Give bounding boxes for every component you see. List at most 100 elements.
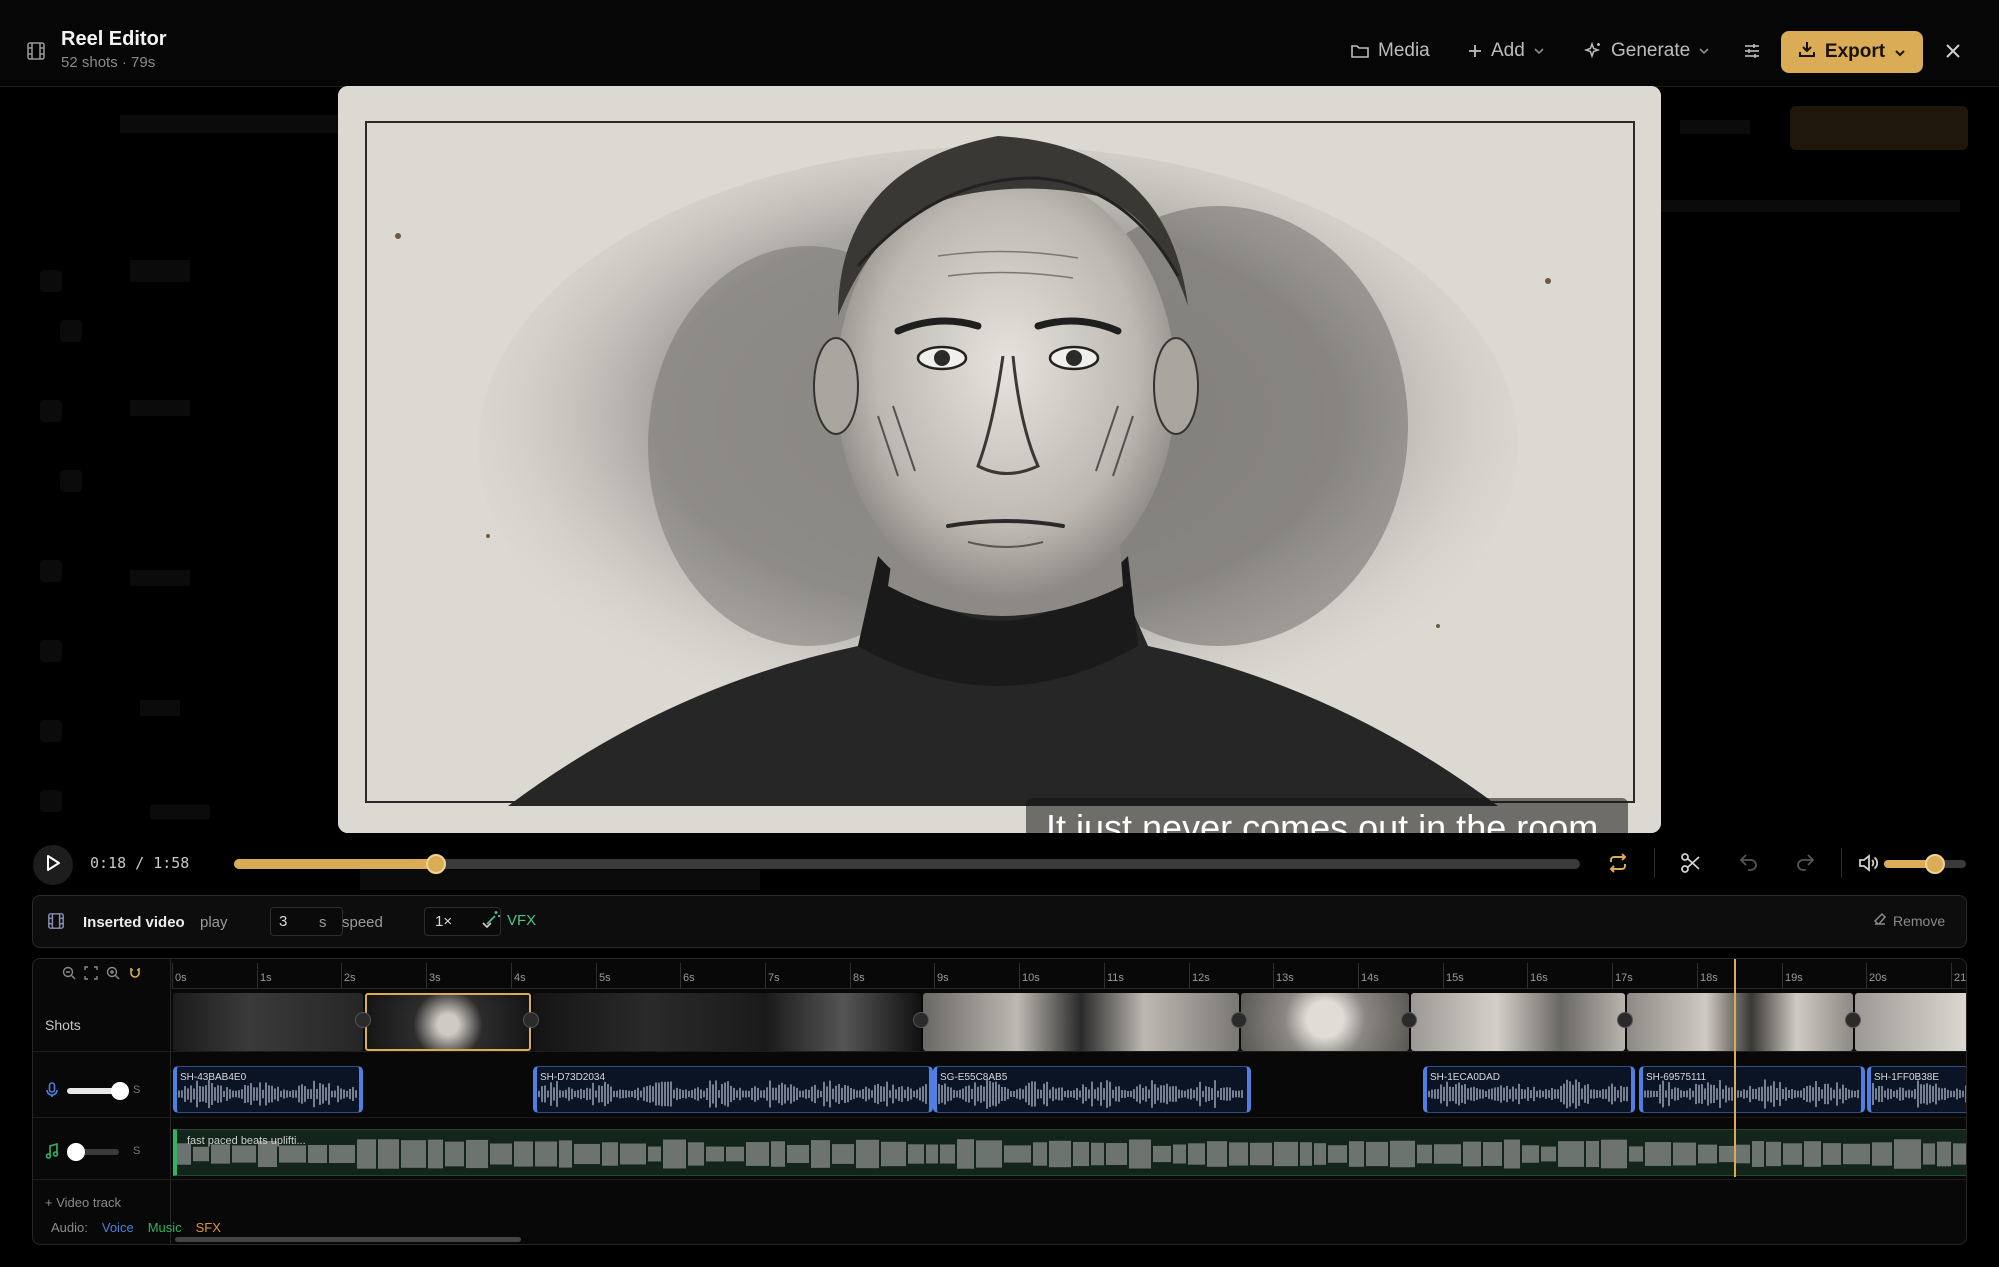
remove-button[interactable]: Remove [1873, 912, 1945, 929]
play-button[interactable] [33, 845, 73, 885]
download-icon [1798, 40, 1816, 64]
add-button[interactable]: Add [1467, 36, 1545, 66]
scissors-icon[interactable] [1679, 851, 1703, 875]
zoom-in-icon[interactable] [105, 965, 121, 986]
shot-clip[interactable] [1241, 993, 1409, 1051]
export-label: Export [1824, 41, 1886, 62]
shot-clip[interactable] [173, 993, 363, 1051]
music-solo-toggle[interactable]: S [133, 1145, 140, 1157]
folder-icon [1350, 42, 1370, 60]
audio-legend-label: Audio: [51, 1220, 88, 1235]
scrubber-handle[interactable] [425, 854, 446, 874]
loop-icon[interactable] [1606, 851, 1630, 875]
zoom-controls [61, 965, 143, 986]
voice-volume-handle[interactable] [111, 1082, 129, 1100]
shot-clip[interactable] [1855, 993, 1966, 1051]
shot-clip[interactable] [923, 993, 1239, 1051]
timeline-panel: Shots S S + Video track Audio: Voice Mus… [32, 958, 1967, 1245]
ruler-tick-label: 17s [1615, 972, 1633, 984]
inserted-video-panel: Inserted video play s speed 1× VFX Remov… [32, 895, 1967, 948]
ruler-tick-label: 12s [1192, 972, 1210, 984]
chevron-down-icon [1698, 47, 1710, 55]
track-header-column: Shots S S + Video track [33, 959, 171, 1244]
playhead[interactable] [1734, 959, 1736, 1177]
ruler-tick-label: 13s [1276, 972, 1294, 984]
shot-clip[interactable] [1627, 993, 1853, 1051]
voice-clip[interactable]: SH-1FF0B38E [1867, 1066, 1966, 1113]
audio-legend-sfx[interactable]: SFX [196, 1220, 221, 1235]
undo-icon[interactable] [1737, 851, 1761, 875]
shot-clip[interactable] [533, 993, 921, 1051]
transition-handle[interactable] [1401, 1012, 1417, 1028]
music-waveform [177, 1139, 1966, 1169]
ruler-tick [850, 963, 851, 989]
voice-clip[interactable]: SH-D73D2034 [533, 1066, 933, 1113]
video-preview[interactable]: It just never comes out in the room. [338, 86, 1661, 833]
ruler-tick [934, 963, 935, 989]
voice-clip[interactable]: SH-1ECA0DAD [1423, 1066, 1635, 1113]
shot-clip-selected[interactable] [365, 993, 531, 1051]
voice-clip[interactable]: SG-E55C8AB5 [933, 1066, 1251, 1113]
volume-icon[interactable] [1856, 851, 1880, 875]
audio-legend-music[interactable]: Music [148, 1220, 182, 1235]
voice-clip[interactable]: SH-43BAB4E0 [173, 1066, 363, 1113]
settings-sliders-button[interactable] [1742, 36, 1762, 66]
transition-handle[interactable] [1231, 1012, 1247, 1028]
time-readout: 0:18 / 1:58 [90, 854, 190, 872]
playback-scrubber[interactable] [234, 854, 1580, 874]
export-button[interactable]: Export [1781, 31, 1923, 73]
magnet-icon[interactable] [127, 965, 143, 986]
audio-legend: Audio: Voice Music SFX [51, 1220, 221, 1235]
ruler-tick-label: 0s [175, 972, 187, 984]
ruler-tick [1612, 963, 1613, 989]
zoom-out-icon[interactable] [61, 965, 77, 986]
ruler-tick [1189, 963, 1190, 989]
voice-clip[interactable]: SH-69575111 [1639, 1066, 1865, 1113]
play-duration-input[interactable] [270, 907, 343, 936]
track-divider [33, 1117, 1966, 1118]
ruler-tick [1019, 963, 1020, 989]
music-clip[interactable]: fast paced beats uplifti... [173, 1129, 1966, 1176]
audio-legend-voice[interactable]: Voice [102, 1220, 134, 1235]
fit-icon[interactable] [83, 965, 99, 986]
track-divider [33, 1179, 1966, 1180]
media-label: Media [1378, 40, 1430, 61]
voice-clip-id: SH-69575111 [1646, 1072, 1707, 1083]
transition-handle[interactable] [523, 1012, 539, 1028]
ruler-tick [765, 963, 766, 989]
close-icon[interactable] [1942, 40, 1964, 62]
ruler-tick-label: 4s [514, 972, 526, 984]
transition-handle[interactable] [1845, 1012, 1861, 1028]
vfx-button[interactable]: VFX [485, 910, 536, 930]
music-volume-handle[interactable] [67, 1143, 85, 1161]
transition-handle[interactable] [1617, 1012, 1633, 1028]
transition-handle[interactable] [913, 1012, 929, 1028]
shot-clip[interactable] [1411, 993, 1625, 1051]
voice-clip-id: SG-E55C8AB5 [940, 1072, 1008, 1083]
ruler-tick [511, 963, 512, 989]
scrubber-progress [234, 859, 436, 869]
generate-button[interactable]: Generate [1583, 36, 1710, 66]
music-note-icon [45, 1142, 59, 1164]
speed-value: 1× [435, 913, 453, 930]
ruler-tick-label: 11s [1107, 972, 1124, 984]
editor-header: Reel Editor 52 shots · 79s Media Add Gen… [0, 0, 1999, 87]
transition-handle[interactable] [355, 1012, 371, 1028]
app-title: Reel Editor [61, 28, 167, 50]
ruler-tick-label: 3s [429, 972, 441, 984]
time-ruler[interactable]: 0s 1s 2s 3s 4s 5s 6s 7s 8s 9s 10s 11s 12s 13s 14s 15s 16… [172, 959, 1966, 989]
media-button[interactable]: Media [1350, 36, 1430, 66]
subtitle-overlay: It just never comes out in the room. [1026, 798, 1629, 833]
film-icon [26, 41, 46, 61]
film-icon [47, 912, 65, 935]
generate-label: Generate [1611, 40, 1691, 61]
volume-slider[interactable] [1884, 854, 1966, 874]
ruler-tick [1951, 963, 1952, 989]
play-duration-label: play [200, 914, 228, 931]
add-video-track-button[interactable]: + Video track [45, 1195, 121, 1210]
redo-icon[interactable] [1793, 851, 1817, 875]
volume-handle[interactable] [1924, 854, 1945, 874]
voice-solo-toggle[interactable]: S [133, 1084, 140, 1096]
voice-clip-id: SH-D73D2034 [540, 1072, 606, 1083]
horizontal-scrollbar[interactable] [175, 1237, 521, 1242]
